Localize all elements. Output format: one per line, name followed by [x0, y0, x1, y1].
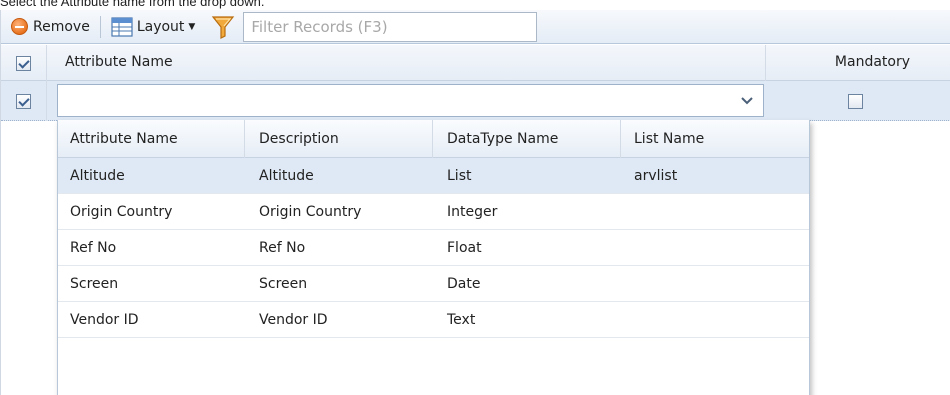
select-all-cell [1, 45, 47, 81]
layout-grid-icon [111, 16, 133, 37]
layout-label: Layout [136, 18, 185, 35]
dropdown-col-datatype-name: DataType Name [447, 131, 559, 147]
dropdown-row[interactable]: Screen Screen Date [58, 266, 809, 302]
row-datatype: List [447, 168, 472, 184]
dropdown-row[interactable]: Altitude Altitude List arvlist [58, 158, 809, 194]
caret-down-icon: ▼ [188, 21, 196, 32]
row-attribute-name: Vendor ID [70, 312, 139, 328]
row-check-cell [1, 81, 47, 121]
grid-header: Attribute Name Mandatory [1, 45, 950, 81]
edit-row [1, 81, 950, 121]
attribute-name-header[interactable]: Attribute Name [65, 54, 173, 70]
column-divider [432, 120, 433, 158]
row-checkbox[interactable] [16, 94, 31, 109]
remove-icon [11, 18, 28, 35]
row-datatype: Integer [447, 204, 498, 220]
grid-panel: Remove Layout ▼ Attribute Name Mandatory [0, 10, 950, 395]
row-attribute-name: Altitude [70, 168, 125, 184]
row-datatype: Date [447, 276, 481, 292]
row-attribute-name: Origin Country [70, 204, 173, 220]
layout-button[interactable]: Layout ▼ [107, 14, 200, 40]
remove-button[interactable]: Remove [1, 14, 94, 40]
dropdown-row[interactable]: Ref No Ref No Float [58, 230, 809, 266]
dropdown-header: Attribute Name Description DataType Name… [58, 120, 809, 158]
mandatory-header: Mandatory [834, 54, 910, 70]
filter-funnel-icon[interactable] [211, 15, 235, 39]
instruction-caption: Select the Attribute name from the drop … [0, 0, 265, 9]
remove-label: Remove [33, 18, 90, 35]
row-description: Ref No [259, 240, 306, 256]
row-description: Screen [259, 276, 308, 292]
row-description: Origin Country [259, 204, 362, 220]
mandatory-checkbox[interactable] [848, 94, 863, 109]
dropdown-row[interactable]: Origin Country Origin Country Integer [58, 194, 809, 230]
row-list-name: arvlist [634, 168, 678, 184]
row-description: Altitude [259, 168, 314, 184]
dropdown-col-description: Description [259, 131, 339, 147]
combo-dropdown-button[interactable] [730, 85, 763, 116]
attribute-dropdown-list: Attribute Name Description DataType Name… [57, 120, 810, 395]
chevron-down-icon [740, 96, 753, 104]
attribute-name-combo[interactable] [57, 84, 764, 117]
row-datatype: Text [447, 312, 476, 328]
filter-records-input[interactable] [243, 11, 538, 42]
mandatory-header-cell[interactable]: Mandatory [765, 45, 950, 81]
row-attribute-name: Screen [70, 276, 119, 292]
column-divider [244, 120, 245, 158]
dropdown-row[interactable]: Vendor ID Vendor ID Text [58, 302, 809, 338]
row-datatype: Float [447, 240, 482, 256]
dropdown-col-attribute-name: Attribute Name [70, 131, 178, 147]
row-attribute-name: Ref No [70, 240, 117, 256]
select-all-checkbox[interactable] [16, 56, 31, 71]
row-description: Vendor ID [259, 312, 328, 328]
dropdown-col-list-name: List Name [634, 131, 705, 147]
toolbar-separator [99, 15, 101, 38]
column-divider [620, 120, 621, 158]
toolbar: Remove Layout ▼ [1, 10, 950, 44]
